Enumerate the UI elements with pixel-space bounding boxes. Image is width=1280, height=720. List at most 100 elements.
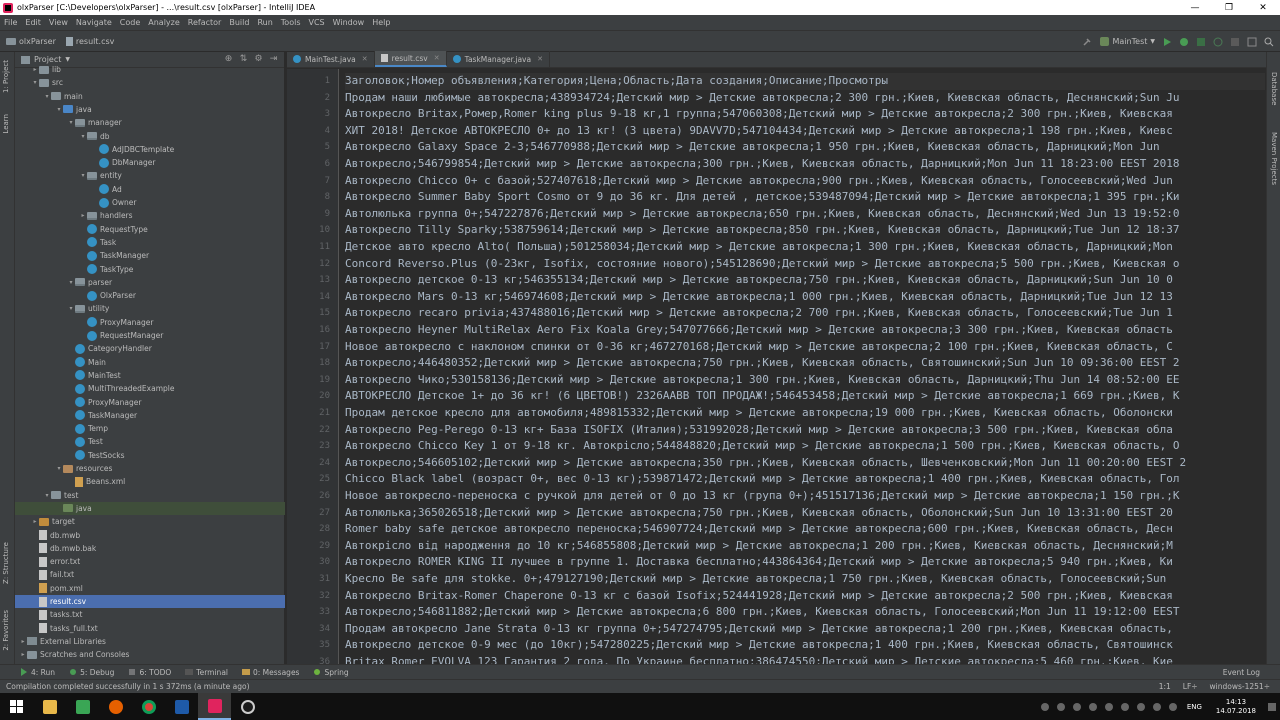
code-line[interactable]: Продам автокресло Jane Strata 0-13 кг гр…: [345, 621, 1173, 638]
tray-icon[interactable]: [1136, 702, 1145, 711]
debug-icon[interactable]: [1179, 37, 1189, 47]
chevron-down-icon[interactable]: ▾: [79, 133, 87, 140]
tree-node[interactable]: CategoryHandler: [15, 342, 285, 355]
code-line[interactable]: Кресло Be safe для stokke. 0+;479127190;…: [345, 571, 1173, 588]
chevron-down-icon[interactable]: ▾: [43, 492, 51, 499]
chevron-down-icon[interactable]: ▾: [43, 93, 51, 100]
menu-item-help[interactable]: Help: [372, 18, 390, 27]
run-config-selector[interactable]: MainTest ▼: [1099, 37, 1155, 46]
code-line[interactable]: Продам детское кресло для автомобиля;489…: [345, 405, 1173, 422]
tree-node[interactable]: RequestManager: [15, 329, 285, 342]
event-log-button[interactable]: Event Log: [1223, 668, 1260, 677]
taskbar-firefox[interactable]: [99, 693, 132, 720]
code-line[interactable]: Автокресло детское 0-9 мес (до 10кг);547…: [345, 637, 1173, 654]
code-line[interactable]: Автокресло;546605102;Детский мир > Детск…: [345, 455, 1186, 472]
tree-node[interactable]: Temp: [15, 422, 285, 435]
code-line[interactable]: Автокресло Britax-Romer Chaperone 0-13 к…: [345, 588, 1173, 605]
tree-node[interactable]: Beans.xml: [15, 475, 285, 488]
code-line[interactable]: Автокресло Chicco Key 1 от 9-18 кг. Авто…: [345, 438, 1179, 455]
project-tool-tab[interactable]: 1: Project: [2, 60, 10, 93]
code-line[interactable]: Chicco Black label (возраст 0+, вес 0-13…: [345, 471, 1179, 488]
tree-node[interactable]: ▸ Scratches and Consoles: [15, 648, 285, 661]
tree-node[interactable]: MultiThreadedExample: [15, 382, 285, 395]
tree-node[interactable]: ▾ db: [15, 130, 285, 143]
close-tab-icon[interactable]: ✕: [362, 55, 368, 63]
code-line[interactable]: Новое автокресло-переноска с ручкой для …: [345, 488, 1179, 505]
tray-icon[interactable]: [1104, 702, 1113, 711]
tree-node[interactable]: ▾ resources: [15, 462, 285, 475]
taskbar-vs[interactable]: [165, 693, 198, 720]
tree-node[interactable]: fail.txt: [15, 568, 285, 581]
project-structure-icon[interactable]: [1247, 37, 1257, 47]
chevron-down-icon[interactable]: ▾: [79, 172, 87, 179]
tree-node[interactable]: DbManager: [15, 156, 285, 169]
tree-node[interactable]: ▸ lib: [15, 63, 285, 76]
messages-tool-button[interactable]: 0: Messages: [242, 668, 299, 677]
code-line[interactable]: Заголовок;Номер объявления;Категория;Цен…: [345, 73, 1265, 90]
terminal-tool-button[interactable]: Terminal: [185, 668, 228, 677]
tree-node[interactable]: ▾ manager: [15, 116, 285, 129]
maven-tool-tab[interactable]: Maven Projects: [1270, 132, 1278, 185]
tree-node[interactable]: ▾ main: [15, 90, 285, 103]
tray-icon[interactable]: [1056, 702, 1065, 711]
menu-item-file[interactable]: File: [4, 18, 17, 27]
volume-icon[interactable]: [1168, 702, 1177, 711]
tree-node[interactable]: ▾ test: [15, 489, 285, 502]
code-line[interactable]: АВТОКРЕСЛО Детское 1+ до 36 кг! (6 ЦВЕТО…: [345, 388, 1179, 405]
language-indicator[interactable]: ENG: [1187, 703, 1202, 711]
todo-tool-button[interactable]: 6: TODO: [128, 668, 171, 677]
chevron-down-icon[interactable]: ▾: [31, 79, 39, 86]
tree-node[interactable]: db.mwb: [15, 529, 285, 542]
code-line[interactable]: Автокресло Summer Baby Sport Cosmo от 9 …: [345, 189, 1179, 206]
minimize-button[interactable]: —: [1178, 0, 1212, 15]
tree-node[interactable]: ▸ External Libraries: [15, 635, 285, 648]
coverage-icon[interactable]: [1196, 37, 1206, 47]
menu-item-vcs[interactable]: VCS: [309, 18, 325, 27]
chevron-right-icon[interactable]: ▸: [31, 66, 39, 73]
tray-icon[interactable]: [1072, 702, 1081, 711]
chevron-right-icon[interactable]: ▸: [79, 212, 87, 219]
code-line[interactable]: Автолюлька группа 0+;547227876;Детский м…: [345, 206, 1179, 223]
taskbar-explorer[interactable]: [33, 693, 66, 720]
code-line[interactable]: Автокресло recaro privia;437488016;Детск…: [345, 305, 1173, 322]
menu-item-refactor[interactable]: Refactor: [188, 18, 222, 27]
tree-node[interactable]: Ad: [15, 183, 285, 196]
chevron-down-icon[interactable]: ▼: [65, 56, 70, 63]
code-line[interactable]: Автокресло Galaxy Space 2-3;546770988;Де…: [345, 139, 1160, 156]
tree-node[interactable]: pom.xml: [15, 582, 285, 595]
tree-node[interactable]: java: [15, 501, 285, 515]
code-line[interactable]: Автолюлька;365026518;Детский мир > Детск…: [345, 505, 1173, 522]
tree-node[interactable]: TestSocks: [15, 449, 285, 462]
tray-icon[interactable]: [1088, 702, 1097, 711]
menu-item-edit[interactable]: Edit: [25, 18, 41, 27]
breadcrumb-file[interactable]: result.csv: [65, 36, 114, 46]
chevron-down-icon[interactable]: ▾: [55, 465, 63, 472]
close-button[interactable]: ✕: [1246, 0, 1280, 15]
tree-node[interactable]: tasks.txt: [15, 608, 285, 621]
tray-icon[interactable]: [1040, 702, 1049, 711]
editor-tab[interactable]: result.csv ✕: [374, 51, 447, 67]
tree-node[interactable]: ▾ src: [15, 76, 285, 89]
tree-node[interactable]: Owner: [15, 196, 285, 209]
editor-tab[interactable]: TaskManager.java ✕: [447, 51, 550, 67]
code-line[interactable]: Romer baby safe детское автокресло перен…: [345, 521, 1173, 538]
taskbar-intellij[interactable]: [198, 693, 231, 720]
code-line[interactable]: Автокресло ROMER KING II лучшее в группе…: [345, 554, 1173, 571]
menu-item-window[interactable]: Window: [333, 18, 365, 27]
clock[interactable]: 14:13 14.07.2018: [1216, 698, 1256, 716]
run-icon[interactable]: [1162, 37, 1172, 47]
code-line[interactable]: Автокресло;446480352;Детский мир > Детск…: [345, 355, 1179, 372]
tree-node[interactable]: db.mwb.bak: [15, 542, 285, 555]
menu-item-code[interactable]: Code: [120, 18, 140, 27]
tree-node[interactable]: ▾ parser: [15, 276, 285, 289]
structure-tool-tab[interactable]: Z: Structure: [2, 542, 10, 584]
debug-tool-button[interactable]: 5: Debug: [69, 668, 114, 677]
close-tab-icon[interactable]: ✕: [434, 54, 440, 62]
taskbar-notepad[interactable]: [66, 693, 99, 720]
start-button[interactable]: [0, 693, 33, 720]
code-line[interactable]: Автокресло;546799854;Детский мир > Детск…: [345, 156, 1179, 173]
tree-node[interactable]: ▾ entity: [15, 169, 285, 182]
code-line[interactable]: Britax Romer EVOLVA 123 Гарантия 2 года.…: [345, 654, 1173, 664]
code-line[interactable]: Автокресло Tilly Sparky;538759614;Детски…: [345, 222, 1179, 239]
tree-node[interactable]: TaskType: [15, 263, 285, 276]
